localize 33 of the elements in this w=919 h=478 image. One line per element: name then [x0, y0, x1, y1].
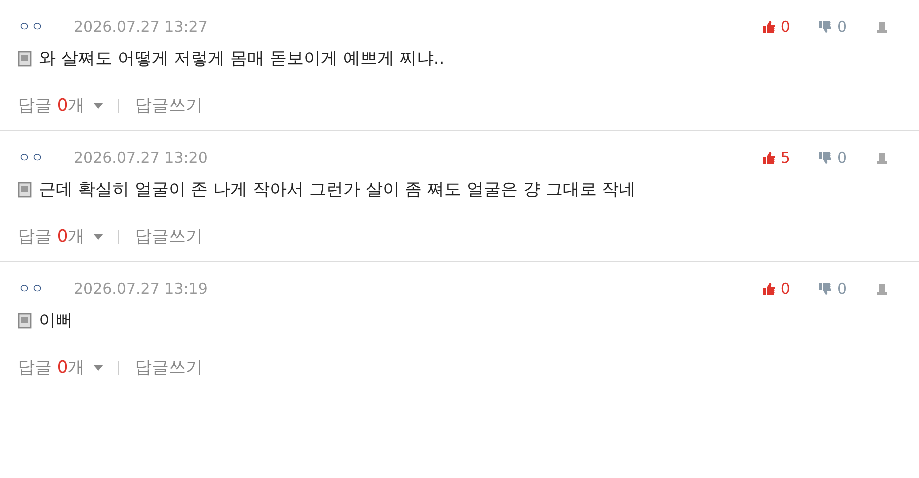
write-reply-link[interactable]: 답글쓰기	[135, 225, 204, 248]
dislike-button[interactable]: 0	[818, 149, 847, 167]
caret-icon[interactable]	[93, 234, 104, 240]
author-name: ㅇㅇ	[18, 19, 45, 36]
thumbs-down-icon	[818, 282, 832, 296]
thumbs-down-icon	[818, 151, 832, 165]
dislike-button[interactable]: 0	[818, 280, 847, 298]
reply-toggle[interactable]: 답글 0개	[18, 356, 86, 379]
write-reply-link[interactable]: 답글쓰기	[135, 356, 204, 379]
like-button[interactable]: 0	[762, 280, 790, 298]
comment-time: 2026.07.27 13:19	[74, 280, 208, 298]
like-button[interactable]: 5	[762, 149, 790, 167]
comment-text: 근데 확실히 얼굴이 존 나게 작아서 그런가 살이 좀 쪄도 얼굴은 걍 그대로 작네	[39, 179, 636, 201]
comment-time: 2026.07.27 13:27	[74, 18, 208, 36]
write-reply-link[interactable]: 답글쓰기	[135, 94, 204, 117]
thumbs-down-icon	[818, 20, 832, 34]
document-icon	[18, 182, 32, 198]
author-name: ㅇㅇ	[18, 150, 45, 167]
document-icon	[18, 50, 32, 66]
like-button[interactable]: 0	[762, 18, 790, 36]
thumbs-up-icon	[762, 20, 776, 34]
caret-icon[interactable]	[93, 102, 104, 108]
comment-time: 2026.07.27 13:20	[74, 149, 208, 167]
caret-icon[interactable]	[93, 364, 104, 370]
thumbs-up-icon	[762, 151, 776, 165]
dislike-button[interactable]: 0	[818, 18, 847, 36]
thumbs-up-icon	[762, 282, 776, 296]
reply-toggle[interactable]: 답글 0개	[18, 225, 86, 248]
comment-text: 와 살쪄도 어떻게 저렇게 몸매 돋보이게 예쁘게 찌냐..	[39, 48, 445, 70]
author-name: ㅇㅇ	[18, 281, 45, 298]
comment-text: 이뻐	[39, 310, 73, 332]
reply-toggle[interactable]: 답글 0개	[18, 94, 86, 117]
document-icon	[18, 312, 32, 328]
